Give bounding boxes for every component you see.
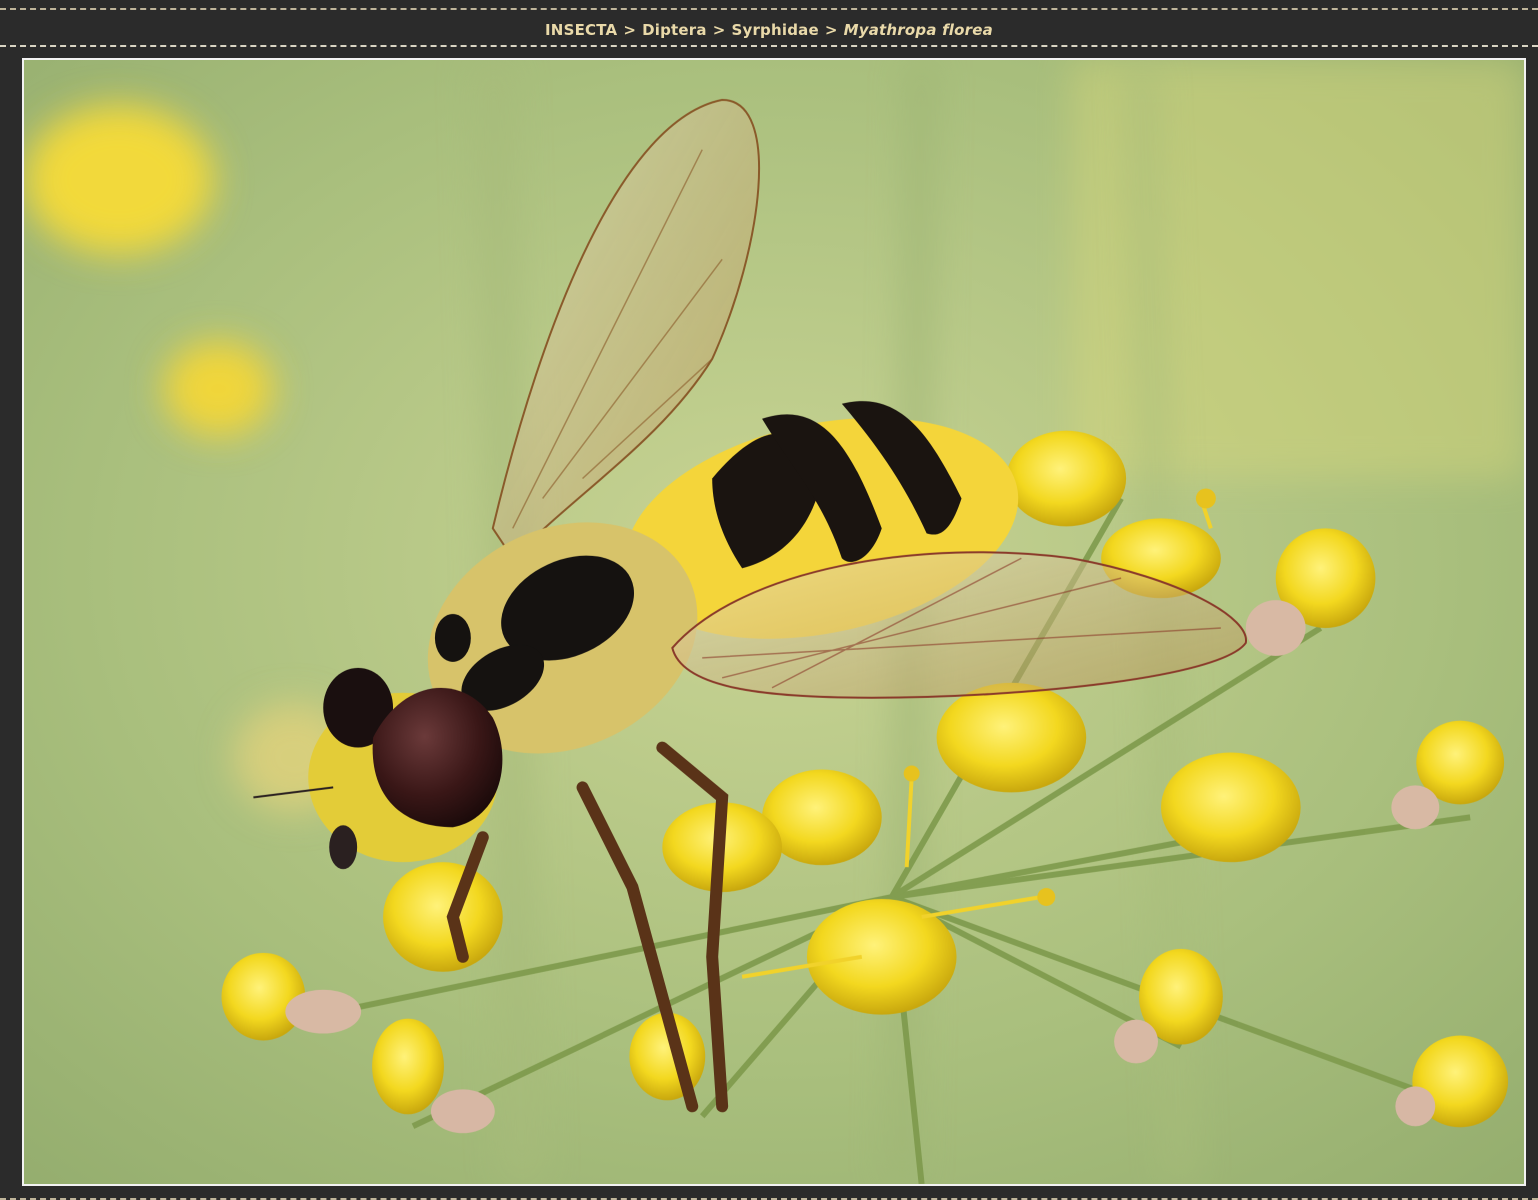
top-dashed-rule — [0, 8, 1538, 10]
hoverfly-photo-illustration — [24, 60, 1524, 1184]
breadcrumb-family[interactable]: Syrphidae — [731, 21, 818, 39]
breadcrumb-separator: > — [623, 21, 637, 39]
breadcrumb-separator: > — [712, 21, 726, 39]
breadcrumb-order[interactable]: INSECTA — [545, 21, 617, 39]
breadcrumb: INSECTA > Diptera > Syrphidae > Myathrop… — [0, 16, 1538, 44]
photo — [22, 58, 1526, 1186]
mid-dashed-rule — [0, 45, 1538, 47]
breadcrumb-separator: > — [824, 21, 838, 39]
breadcrumb-suborder[interactable]: Diptera — [642, 21, 707, 39]
breadcrumb-species: Myathropa florea — [843, 21, 993, 39]
